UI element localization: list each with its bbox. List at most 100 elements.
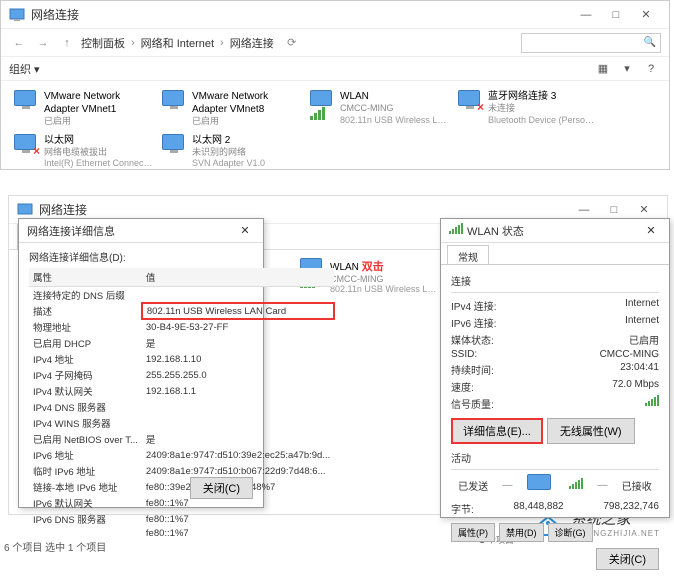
details-button[interactable]: 详细信息(E)... bbox=[451, 418, 543, 444]
status-row: IPv4 连接: Internet bbox=[451, 297, 659, 314]
close-button[interactable]: ✕ bbox=[641, 224, 661, 237]
maximize-button[interactable]: □ bbox=[601, 4, 631, 26]
diagnose-button[interactable]: 诊断(G) bbox=[548, 523, 593, 542]
property-value: 255.255.255.0 bbox=[142, 367, 334, 383]
bluetooth-icon bbox=[458, 90, 482, 114]
row-value: CMCC-MING bbox=[600, 349, 659, 360]
table-row[interactable]: 已启用 DHCP是 bbox=[29, 335, 334, 351]
view-dropdown-icon[interactable]: ▾ bbox=[617, 59, 637, 79]
refresh-button[interactable]: ⟳ bbox=[282, 33, 302, 53]
status-row: SSID: CMCC-MING bbox=[451, 348, 659, 361]
property-name: IPv6 默认网关 bbox=[29, 495, 142, 511]
adapter-item[interactable]: WLANCMCC-MING802.11n USB Wireless LAN Ca… bbox=[307, 87, 455, 131]
table-row[interactable]: IPv4 默认网关192.168.1.1 bbox=[29, 383, 334, 399]
help-icon[interactable]: ? bbox=[641, 59, 661, 79]
properties-button[interactable]: 属性(P) bbox=[451, 523, 495, 542]
table-row[interactable]: 物理地址30-B4-9E-53-27-FF bbox=[29, 319, 334, 335]
search-input[interactable]: 🔍 bbox=[521, 33, 661, 53]
property-name: 临时 IPv6 地址 bbox=[29, 463, 142, 479]
activity-row: 已发送 — — 已接收 bbox=[451, 474, 659, 496]
property-name: IPv6 DNS 服务器 bbox=[29, 511, 142, 527]
row-label: 媒体状态: bbox=[451, 332, 494, 347]
table-row[interactable]: IPv4 DNS 服务器 bbox=[29, 399, 334, 415]
row-label: IPv4 连接: bbox=[451, 298, 497, 313]
table-row[interactable]: IPv6 DNS 服务器fe80::1%7 bbox=[29, 511, 334, 527]
toolbar: 组织 ▾ ▦ ▾ ? bbox=[1, 57, 669, 81]
window-title: 网络连接 bbox=[39, 201, 569, 218]
row-value: Internet bbox=[625, 298, 659, 313]
breadcrumb-item[interactable]: 网络和 Internet bbox=[141, 35, 214, 51]
row-label: SSID: bbox=[451, 349, 477, 360]
adapter-status: 已启用 bbox=[192, 116, 304, 128]
adapter-icon bbox=[162, 90, 186, 114]
col-property: 属性 bbox=[29, 268, 142, 287]
dialog-title: WLAN 状态 bbox=[467, 223, 524, 239]
property-name bbox=[29, 527, 142, 540]
forward-button[interactable]: → bbox=[33, 33, 53, 53]
row-label: IPv6 连接: bbox=[451, 315, 497, 330]
table-row[interactable]: 连接特定的 DNS 后缀 bbox=[29, 287, 334, 304]
property-value: 30-B4-9E-53-27-FF bbox=[142, 319, 334, 335]
table-row[interactable]: IPv4 子网掩码255.255.255.0 bbox=[29, 367, 334, 383]
adapter-item[interactable]: 以太网 2未识别的网络SVN Adapter V1.0 bbox=[159, 131, 307, 173]
table-row[interactable]: 临时 IPv6 地址2409:8a1e:9747:d510:b067:22d9:… bbox=[29, 463, 334, 479]
property-name: 已启用 NetBIOS over T... bbox=[29, 431, 142, 447]
table-row[interactable]: 描述802.11n USB Wireless LAN Card bbox=[29, 303, 334, 319]
adapter-name: 以太网 2 bbox=[192, 134, 265, 147]
adapter-list: VMware Network Adapter VMnet1已启用 VMware … bbox=[1, 81, 669, 179]
tab-bar: 常规 bbox=[441, 243, 669, 265]
close-dialog-button[interactable]: 关闭(C) bbox=[190, 477, 253, 499]
adapter-item[interactable]: 以太网网络电缆被拔出Intel(R) Ethernet Connection (… bbox=[11, 131, 159, 173]
back-button[interactable]: ← bbox=[9, 33, 29, 53]
view-icon[interactable]: ▦ bbox=[593, 59, 613, 79]
table-row[interactable]: fe80::1%7 bbox=[29, 527, 334, 540]
table-row[interactable]: IPv4 地址192.168.1.10 bbox=[29, 351, 334, 367]
titlebar: 网络连接 — □ ✕ bbox=[1, 1, 669, 29]
up-button[interactable]: ↑ bbox=[57, 33, 77, 53]
property-value: fe80::1%7 bbox=[142, 527, 334, 540]
status-row: 持续时间:23:04:41 bbox=[451, 361, 659, 378]
adapter-name: VMware Network Adapter VMnet8 bbox=[192, 90, 304, 116]
dash-icon: — bbox=[597, 480, 607, 491]
minimize-button[interactable]: — bbox=[571, 4, 601, 26]
ethernet-icon bbox=[162, 134, 186, 158]
status-row: 速度:72.0 Mbps bbox=[451, 378, 659, 395]
adapter-item[interactable]: 蓝牙网络连接 3未连接Bluetooth Device (Personal Ar… bbox=[455, 87, 603, 131]
property-value: 192.168.1.10 bbox=[142, 351, 334, 367]
breadcrumb-item[interactable]: 网络连接 bbox=[230, 35, 274, 51]
adapter-desc: 802.11n USB Wireless LAN Card bbox=[340, 115, 450, 127]
dialog-titlebar: WLAN 状态 ✕ bbox=[441, 219, 669, 243]
window-icon bbox=[9, 7, 25, 23]
close-button[interactable]: ✕ bbox=[235, 224, 255, 237]
wireless-props-button[interactable]: 无线属性(W) bbox=[547, 418, 635, 444]
property-value bbox=[142, 287, 334, 304]
adapter-item[interactable]: VMware Network Adapter VMnet1已启用 bbox=[11, 87, 159, 131]
section-activity: 活动 bbox=[451, 450, 659, 465]
breadcrumb-item[interactable]: 控制面板 bbox=[81, 35, 125, 51]
table-row[interactable]: IPv4 WINS 服务器 bbox=[29, 415, 334, 431]
table-row[interactable]: 已启用 NetBIOS over T...是 bbox=[29, 431, 334, 447]
organize-menu[interactable]: 组织 ▾ bbox=[9, 61, 40, 77]
property-name: 连接特定的 DNS 后缀 bbox=[29, 287, 142, 304]
breadcrumb-bar: ← → ↑ 控制面板 › 网络和 Internet › 网络连接 ⟳ 🔍 bbox=[1, 29, 669, 57]
table-row[interactable]: 链接-本地 IPv6 地址fe80::39e2:ec25:a47b:9a48%7 bbox=[29, 479, 334, 495]
property-value: 192.168.1.1 bbox=[142, 383, 334, 399]
property-name: 链接-本地 IPv6 地址 bbox=[29, 479, 142, 495]
network-connections-window: 网络连接 — □ ✕ ← → ↑ 控制面板 › 网络和 Internet › 网… bbox=[0, 0, 670, 170]
close-button[interactable]: ✕ bbox=[631, 4, 661, 26]
property-value: 2409:8a1e:9747:d510:39e2:ec25:a47b:9d... bbox=[142, 447, 334, 463]
computer-icon bbox=[527, 474, 555, 496]
details-label: 网络连接详细信息(D): bbox=[29, 249, 253, 264]
close-dialog-button[interactable]: 关闭(C) bbox=[596, 548, 659, 570]
table-row[interactable]: IPv6 地址2409:8a1e:9747:d510:39e2:ec25:a47… bbox=[29, 447, 334, 463]
adapter-item[interactable]: VMware Network Adapter VMnet8已启用 bbox=[159, 87, 307, 131]
property-value: 是 bbox=[142, 335, 334, 351]
sent-label: 已发送 bbox=[458, 478, 488, 493]
bytes-label: 字节: bbox=[451, 501, 474, 516]
window-icon bbox=[17, 202, 33, 218]
adapter-desc: SVN Adapter V1.0 bbox=[192, 158, 265, 170]
table-row[interactable]: IPv6 默认网关fe80::1%7 bbox=[29, 495, 334, 511]
disable-button[interactable]: 禁用(D) bbox=[499, 523, 544, 542]
tab-general[interactable]: 常规 bbox=[447, 245, 489, 264]
adapter-status: CMCC-MING bbox=[330, 274, 440, 284]
